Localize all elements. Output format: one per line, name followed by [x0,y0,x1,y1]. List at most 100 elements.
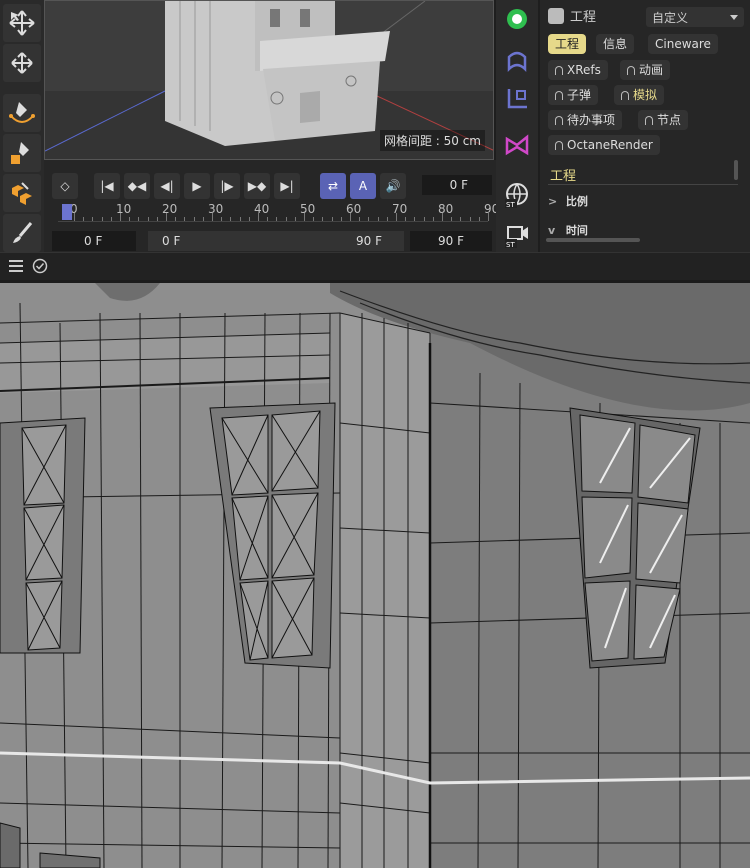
project-gear-icon [548,7,564,24]
end-frame-field[interactable]: 90 F [410,231,492,251]
ruler-tick [230,217,232,221]
right-icon-column: ST ST [496,0,538,252]
range-start-label: 0 F [162,234,181,248]
panel-scrollbar[interactable] [734,160,738,180]
ruler-tick [423,217,425,221]
lock-icon [555,116,563,125]
timeline-ruler[interactable]: 0 10 20 30 40 50 60 70 80 90 [58,200,526,222]
ruler-tick [110,217,112,221]
ruler-tick [432,217,434,221]
autokey-label: A [358,179,368,193]
menu-icon[interactable] [8,259,24,273]
tab-label: 信息 [603,37,628,51]
camera-st-icon[interactable]: ST [500,218,534,252]
ruler-tick [267,217,269,221]
svg-text:ST: ST [506,241,515,249]
ruler-tick [488,213,489,221]
tab-label: 节点 [657,113,682,127]
lock-icon [555,66,563,75]
tab-octane-render[interactable]: OctaneRender [548,135,660,155]
ruler-tick [396,213,397,221]
tab-bullet[interactable]: 子弹 [548,85,599,105]
tab-label: 工程 [555,37,580,51]
tab-label: 子弹 [567,88,592,102]
tab-label: 动画 [639,63,664,77]
prev-frame-icon[interactable]: ◀| [154,173,180,199]
pen-spline-tool-icon[interactable] [3,94,41,132]
ruler-tick-label: 60 [346,202,362,216]
group-time[interactable]: v 时间 [548,222,738,238]
ruler-tick [248,217,250,221]
ruler-tick [221,217,223,221]
wireframe-render-view [0,283,750,868]
tab-todo[interactable]: 待办事项 [548,110,623,130]
3d-viewport[interactable]: 网格间距 : 50 cm [44,0,494,160]
ruler-tick [239,217,241,221]
ruler-tick [101,217,103,221]
ruler-tick [175,217,177,221]
tab-simulation[interactable]: 模拟 [614,85,665,105]
ruler-tick [120,213,121,221]
ruler-tick-label: 10 [116,202,132,216]
left-toolbar [0,0,44,252]
ruler-tick [460,217,462,221]
autokey-button[interactable]: A [350,173,376,199]
tab-cineware[interactable]: Cineware [648,34,718,54]
lock-icon [645,116,653,125]
goto-start-icon[interactable]: |◀ [94,173,120,199]
settings-sun-icon[interactable] [500,2,534,36]
sound-icon[interactable]: 🔊 [380,173,406,199]
tab-nodes[interactable]: 节点 [638,110,689,130]
tab-label: XRefs [567,63,601,77]
ruler-tick [212,213,213,221]
tab-info[interactable]: 信息 [596,34,635,54]
ruler-tick-label: 30 [208,202,224,216]
lock-icon [555,91,563,100]
deformer-icon[interactable] [500,44,534,78]
ruler-tick-label: 80 [438,202,454,216]
move-tool-icon[interactable] [3,4,41,42]
check-circle-icon[interactable] [32,258,48,274]
ruler-tick-label: 40 [254,202,270,216]
globe-st-icon[interactable]: ST [500,178,534,212]
ruler-tick-label: 50 [300,202,316,216]
mograph-icon[interactable] [500,128,534,162]
horizontal-scrollbar[interactable] [546,238,640,242]
tab-label: 待办事项 [567,113,616,127]
ruler-tick [304,213,305,221]
ruler-tick [184,217,186,221]
preset-dropdown[interactable]: 自定义 [646,7,744,27]
tab-animation[interactable]: 动画 [620,60,671,80]
current-frame-field[interactable]: 0 F [422,175,492,195]
preview-range-bar[interactable]: 0 F 90 F [148,231,404,251]
brush-tool-icon[interactable] [3,214,41,252]
ruler-tick [350,213,351,221]
group-label: 比例 [565,195,588,208]
play-button-icon[interactable]: ▶ [184,173,210,199]
tab-xrefs[interactable]: XRefs [548,60,608,80]
status-strip [0,252,750,280]
ruler-tick [405,217,407,221]
ruler-tick [147,217,149,221]
next-frame-icon[interactable]: |▶ [214,173,240,199]
ruler-tick [129,217,131,221]
pen-polygon-tool-icon[interactable] [3,134,41,172]
coordinate-system-icon[interactable] [500,82,534,116]
tab-project[interactable]: 工程 [548,34,587,54]
tab-label: OctaneRender [567,138,653,152]
scale-tool-icon[interactable] [3,44,41,82]
ruler-tick [276,217,278,221]
panel-header-label: 工程 [570,10,597,25]
lock-icon [555,141,563,150]
start-frame-field[interactable]: 0 F [52,231,136,251]
next-keyframe-icon[interactable]: ▶◆ [244,173,270,199]
goto-end-icon[interactable]: ▶| [274,173,300,199]
loop-icon[interactable]: ⇄ [320,173,346,199]
group-label: 时间 [565,224,588,237]
playhead[interactable] [62,204,72,220]
group-scale[interactable]: > 比例 [548,193,738,209]
cloner-tool-icon[interactable] [3,174,41,212]
panel-header: 工程 [548,6,596,25]
keyframe-icon[interactable]: ◇ [52,173,78,199]
prev-keyframe-icon[interactable]: ◆◀ [124,173,150,199]
